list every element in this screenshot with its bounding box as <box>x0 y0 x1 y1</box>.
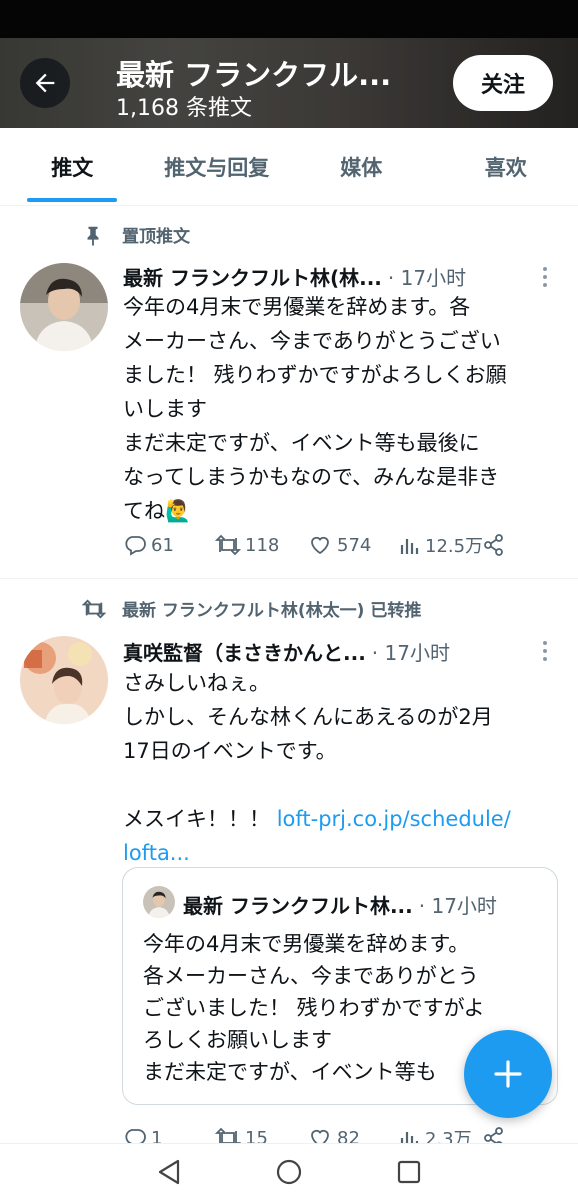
avatar[interactable] <box>20 263 108 351</box>
back-button[interactable] <box>20 58 70 108</box>
home-circle-icon[interactable] <box>275 1158 303 1186</box>
retweet-context[interactable]: 最新 フランクフルト林(林太一) 已转推 <box>82 596 421 621</box>
avatar[interactable] <box>20 636 108 724</box>
retweet-button[interactable]: 118 <box>215 533 307 557</box>
tab-media[interactable]: 媒体 <box>289 128 434 205</box>
android-nav-bar <box>0 1143 578 1200</box>
more-options-icon[interactable] <box>535 264 555 290</box>
reply-button[interactable]: 61 <box>123 533 215 557</box>
profile-header: 最新 フランクフル... 1,168 条推文 关注 <box>0 38 578 128</box>
arrow-left-icon <box>35 73 55 93</box>
profile-tabs: 推文 推文与回复 媒体 喜欢 <box>0 128 578 206</box>
tweet-author-line[interactable]: 真咲監督（まさきかんと... · 17小时 <box>123 637 450 666</box>
heart-icon <box>311 536 329 555</box>
retweet-icon <box>82 598 106 619</box>
tweet-text: 今年の4月末で男優業を辞めます。各 メーカーさん、今までありがとうござい ました… <box>123 295 507 523</box>
tweet-author-line[interactable]: 最新 フランクフルト林(林... · 17小时 <box>123 262 466 291</box>
author-name[interactable]: 真咲監督（まさきかんと... <box>123 637 366 666</box>
views-icon <box>400 539 419 554</box>
profile-title: 最新 フランクフル... <box>116 58 392 92</box>
pinned-context: 置顶推文 <box>82 222 190 247</box>
pin-icon <box>87 226 99 246</box>
active-tab-indicator <box>27 198 118 202</box>
author-name[interactable]: 最新 フランクフルト林(林... <box>123 262 382 291</box>
tweet-text: さみしいねぇ。 しかし、そんな林くんにあえるのが2月 17日のイベントです。 メ… <box>123 671 511 865</box>
quoted-author-line: 最新 フランクフルト林... · 17小时 <box>183 890 497 919</box>
quoted-time: · 17小时 <box>418 894 497 918</box>
more-options-icon[interactable] <box>535 638 555 664</box>
quoted-avatar <box>143 886 175 918</box>
share-icon[interactable] <box>483 533 505 557</box>
retweet-icon <box>215 534 241 556</box>
tweet-time: · 17小时 <box>371 641 450 665</box>
plus-icon <box>494 1060 522 1088</box>
reply-icon <box>125 536 146 556</box>
back-triangle-icon[interactable] <box>156 1158 182 1186</box>
tweet-time: · 17小时 <box>387 266 467 290</box>
tab-tweets-replies[interactable]: 推文与回复 <box>145 128 290 205</box>
quoted-author-name: 最新 フランクフルト林... <box>183 894 413 918</box>
tweet-actions: 61 118 574 12.5万 <box>123 532 505 558</box>
compose-tweet-button[interactable] <box>464 1030 552 1118</box>
tab-tweets[interactable]: 推文 <box>0 128 145 205</box>
tab-likes[interactable]: 喜欢 <box>434 128 578 205</box>
follow-button[interactable]: 关注 <box>453 55 553 111</box>
status-bar <box>0 0 578 38</box>
tweet-count: 1,168 条推文 <box>116 96 252 121</box>
views-button[interactable]: 12.5万 <box>399 532 491 558</box>
tweet-divider <box>0 578 578 579</box>
like-button[interactable]: 574 <box>307 533 399 557</box>
recents-square-icon[interactable] <box>396 1159 422 1185</box>
